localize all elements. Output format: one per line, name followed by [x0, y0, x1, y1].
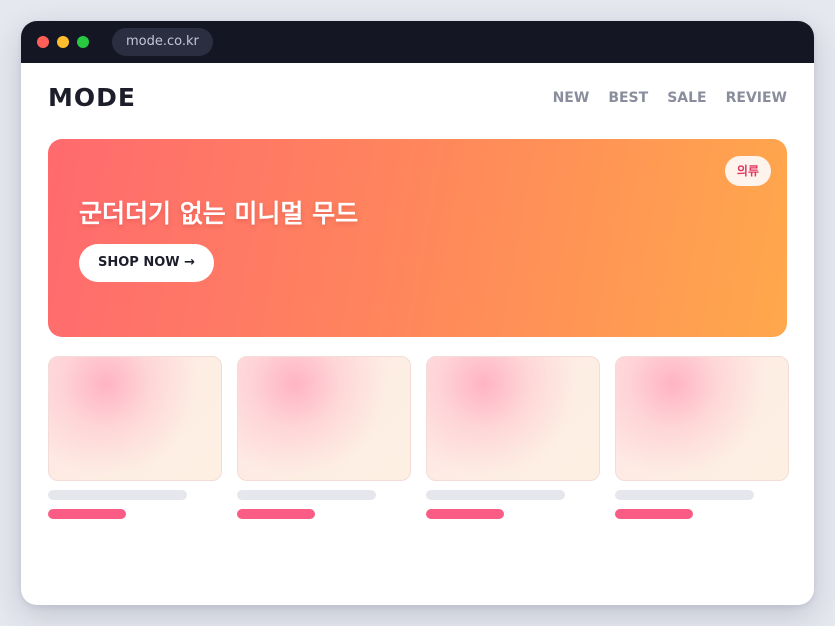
product-name-placeholder: [237, 490, 376, 500]
product-price-placeholder: [426, 509, 504, 519]
hero-title: 군더더기 없는 미니멀 무드: [79, 199, 359, 228]
product-card[interactable]: [237, 356, 411, 519]
address-bar[interactable]: mode.co.kr: [112, 28, 213, 56]
nav-item-sale[interactable]: SALE: [667, 83, 706, 113]
product-card[interactable]: [48, 356, 222, 519]
product-price-placeholder: [48, 509, 126, 519]
shop-now-label: SHOP NOW →: [98, 255, 196, 270]
main-nav: NEW BEST SALE REVIEW: [553, 83, 787, 113]
category-badge[interactable]: 의류: [724, 156, 771, 186]
site-header: MODE NEW BEST SALE REVIEW: [48, 83, 787, 113]
product-name-placeholder: [48, 490, 187, 500]
minimize-window-button[interactable]: [57, 36, 69, 48]
product-image-placeholder[interactable]: [426, 356, 600, 481]
browser-titlebar: mode.co.kr: [21, 21, 814, 63]
product-name-placeholder: [615, 490, 754, 500]
product-name-placeholder: [426, 490, 565, 500]
product-card[interactable]: [426, 356, 600, 519]
site-logo[interactable]: MODE: [48, 83, 136, 113]
product-card[interactable]: [615, 356, 789, 519]
product-price-placeholder: [237, 509, 315, 519]
hero-banner: 의류 군더더기 없는 미니멀 무드 SHOP NOW →: [48, 139, 787, 337]
product-image-placeholder[interactable]: [615, 356, 789, 481]
close-window-button[interactable]: [37, 36, 49, 48]
nav-item-new[interactable]: NEW: [553, 83, 590, 113]
maximize-window-button[interactable]: [77, 36, 89, 48]
shop-now-button[interactable]: SHOP NOW →: [79, 244, 215, 282]
product-image-placeholder[interactable]: [48, 356, 222, 481]
product-grid: [48, 356, 789, 519]
product-price-placeholder: [615, 509, 693, 519]
nav-item-review[interactable]: REVIEW: [726, 83, 787, 113]
browser-window: mode.co.kr MODE NEW BEST SALE REVIEW 의류 …: [21, 21, 814, 605]
nav-item-best[interactable]: BEST: [608, 83, 648, 113]
product-image-placeholder[interactable]: [237, 356, 411, 481]
